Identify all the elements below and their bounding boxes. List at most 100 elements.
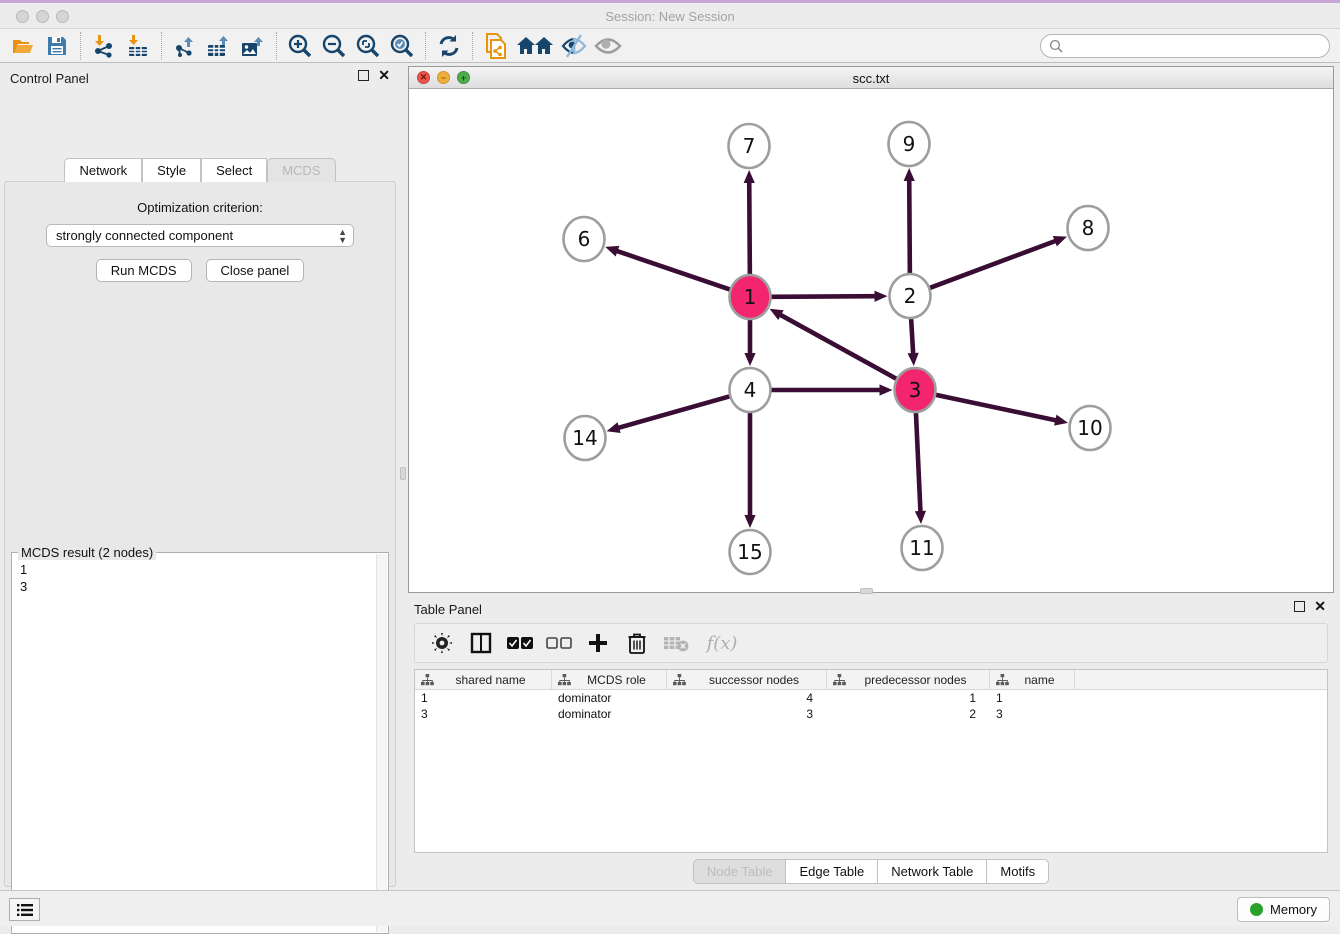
close-panel-button[interactable]: Close panel [206, 259, 305, 282]
zoom-selected-button[interactable] [385, 31, 419, 61]
show-graphics-icon [593, 35, 623, 57]
zoom-fit-button[interactable] [351, 31, 385, 61]
deselect-all-button[interactable] [544, 628, 574, 658]
tab-edge-table[interactable]: Edge Table [785, 859, 877, 884]
zoom-out-button[interactable] [317, 31, 351, 61]
edge-3-11[interactable] [916, 413, 921, 513]
open-session-button[interactable] [6, 31, 40, 61]
edge-2-3[interactable] [911, 319, 913, 355]
zoom-in-icon [287, 33, 313, 59]
save-session-button[interactable] [40, 31, 74, 61]
home-view-icon [515, 35, 555, 57]
node-table-body: 1dominator4113dominator323 [415, 690, 1327, 722]
result-scrollbar[interactable] [376, 554, 387, 932]
network-graph-canvas[interactable]: 7968124314101511 [409, 89, 1333, 592]
task-history-button[interactable] [9, 898, 40, 921]
table-cell: 3 [667, 706, 827, 722]
import-network-icon [92, 34, 116, 58]
close-panel-icon[interactable]: ✕ [378, 70, 390, 81]
arrowhead-icon [607, 422, 621, 433]
column-hierarchy-icon [833, 674, 846, 686]
import-table-button[interactable] [121, 31, 155, 61]
delete-table-button[interactable] [661, 628, 691, 658]
arrowhead-icon [744, 170, 755, 183]
table-panel: Table Panel ✕ [408, 595, 1334, 890]
export-network-button[interactable] [168, 31, 202, 61]
mcds-result-title: MCDS result (2 nodes) [18, 545, 156, 560]
edge-1-6[interactable] [616, 251, 730, 290]
table-splitter-handle[interactable] [860, 588, 873, 594]
hide-graphics-button[interactable] [557, 31, 591, 61]
search-input[interactable] [1063, 36, 1329, 56]
show-columns-button[interactable] [466, 628, 496, 658]
column-hierarchy-icon [558, 674, 571, 686]
arrowhead-icon [874, 291, 887, 302]
apply-layout-button[interactable] [432, 31, 466, 61]
edge-1-7[interactable] [749, 181, 750, 274]
list-icon [17, 903, 33, 917]
zoom-in-button[interactable] [283, 31, 317, 61]
tab-network[interactable]: Network [64, 158, 142, 182]
export-table-button[interactable] [202, 31, 236, 61]
column-header-shared-name[interactable]: shared name [415, 670, 552, 689]
edge-1-2[interactable] [771, 296, 876, 297]
export-image-button[interactable] [236, 31, 270, 61]
node-table[interactable]: shared nameMCDS rolesuccessor nodesprede… [414, 669, 1328, 853]
table-cell: dominator [552, 690, 667, 706]
add-column-button[interactable] [583, 628, 613, 658]
edge-4-14[interactable] [617, 396, 729, 428]
column-header-name[interactable]: name [990, 670, 1075, 689]
edge-2-9[interactable] [909, 179, 910, 273]
tab-style[interactable]: Style [142, 158, 201, 182]
memory-button[interactable]: Memory [1237, 897, 1330, 922]
column-header-successor-nodes[interactable]: successor nodes [667, 670, 827, 689]
edge-3-10[interactable] [936, 395, 1057, 421]
tab-motifs[interactable]: Motifs [986, 859, 1049, 884]
panel-splitter-handle[interactable] [400, 467, 406, 480]
delete-table-icon [663, 634, 689, 652]
clone-network-button[interactable] [479, 31, 513, 61]
float-table-panel-icon[interactable] [1294, 601, 1305, 612]
columns-icon [470, 632, 492, 654]
column-header-MCDS-role[interactable]: MCDS role [552, 670, 667, 689]
table-toolbar: f(x) [414, 623, 1328, 663]
mcds-result-box: MCDS result (2 nodes) 1 3 [11, 552, 389, 934]
node-label-15: 15 [737, 540, 762, 564]
network-window-titlebar[interactable]: ✕ − + scc.txt [409, 67, 1333, 89]
tab-select[interactable]: Select [201, 158, 267, 182]
delete-column-button[interactable] [622, 628, 652, 658]
arrowhead-icon [605, 246, 619, 257]
select-all-button[interactable] [505, 628, 535, 658]
close-table-panel-icon[interactable]: ✕ [1314, 601, 1326, 612]
zoom-out-icon [321, 33, 347, 59]
table-panel-title: Table Panel [414, 602, 482, 617]
table-cell: 2 [827, 706, 990, 722]
table-row[interactable]: 3dominator323 [415, 706, 1327, 722]
table-cell: 1 [415, 690, 552, 706]
status-bar: Memory [0, 890, 1340, 926]
float-panel-icon[interactable] [358, 70, 369, 81]
export-image-icon [240, 34, 266, 58]
edge-3-1[interactable] [779, 314, 896, 379]
table-row[interactable]: 1dominator411 [415, 690, 1327, 706]
show-graphics-button[interactable] [591, 31, 625, 61]
node-label-3: 3 [909, 378, 922, 402]
run-mcds-button[interactable]: Run MCDS [96, 259, 192, 282]
tab-node-table[interactable]: Node Table [693, 859, 786, 884]
control-panel: Control Panel ✕ NetworkStyleSelectMCDS O… [0, 63, 400, 890]
function-builder-button[interactable]: f(x) [700, 628, 744, 658]
column-header-predecessor-nodes[interactable]: predecessor nodes [827, 670, 990, 689]
node-label-4: 4 [744, 378, 757, 402]
column-hierarchy-icon [673, 674, 686, 686]
tab-network-table[interactable]: Network Table [877, 859, 986, 884]
tab-mcds[interactable]: MCDS [267, 158, 335, 182]
home-view-button[interactable] [513, 31, 557, 61]
table-settings-button[interactable] [427, 628, 457, 658]
export-table-icon [206, 34, 232, 58]
edge-2-8[interactable] [930, 240, 1057, 287]
search-field[interactable] [1040, 34, 1330, 58]
deselect-all-icon [546, 637, 572, 650]
import-network-button[interactable] [87, 31, 121, 61]
table-cell: 3 [415, 706, 552, 722]
criterion-dropdown[interactable]: strongly connected component ▲▼ [46, 224, 354, 247]
